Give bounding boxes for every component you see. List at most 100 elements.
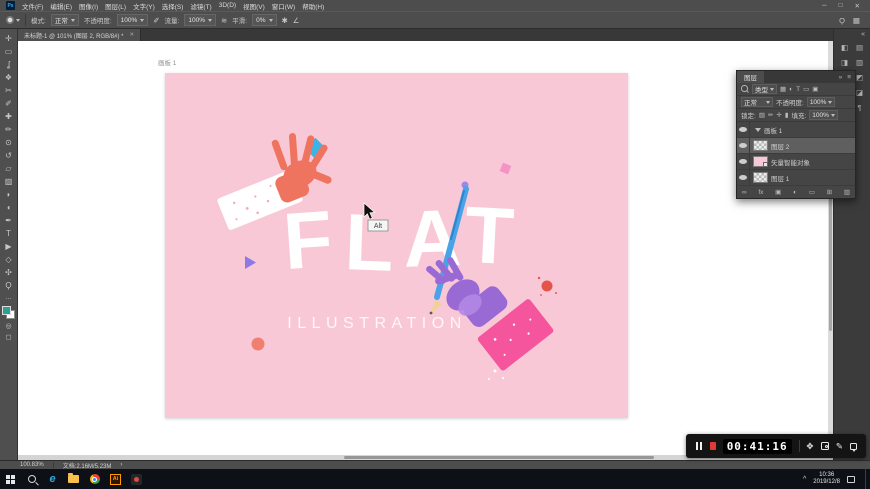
pause-button[interactable] bbox=[695, 442, 703, 450]
notification-center-icon[interactable] bbox=[847, 475, 855, 483]
chat-icon[interactable] bbox=[850, 442, 857, 452]
document-tab[interactable]: 未标题-1 @ 101% (图层 2, RGB/8#) * ✕ bbox=[18, 29, 142, 41]
shape-tool-icon[interactable]: ◇ bbox=[1, 253, 17, 266]
taskbar-edge[interactable]: e bbox=[42, 469, 63, 489]
zoom-level[interactable]: 100.83% bbox=[20, 462, 44, 468]
mode-select[interactable]: 正常 bbox=[50, 14, 79, 26]
taskbar-recorder-app[interactable] bbox=[126, 469, 147, 489]
lasso-tool-icon[interactable]: ʆ bbox=[1, 58, 17, 71]
layer-opacity-input[interactable]: 100% bbox=[806, 97, 836, 107]
close-button[interactable]: ✕ bbox=[855, 2, 860, 10]
menu-edit[interactable]: 编辑(E) bbox=[50, 1, 72, 11]
panel-collapse-icon[interactable]: » bbox=[839, 74, 843, 81]
adjustment-layer-filter-icon[interactable]: ◐ bbox=[789, 86, 793, 93]
menu-layer[interactable]: 图层(L) bbox=[105, 1, 126, 11]
flow-select[interactable]: 100% bbox=[184, 14, 216, 26]
blend-mode-select[interactable]: 正常 bbox=[741, 97, 773, 107]
brush-preset-picker[interactable] bbox=[6, 16, 20, 24]
horizontal-scroll-thumb[interactable] bbox=[344, 456, 654, 459]
marquee-tool-icon[interactable]: ▭ bbox=[1, 45, 17, 58]
type-tool-icon[interactable]: T bbox=[1, 227, 17, 240]
layer-mask-icon[interactable]: ▣ bbox=[775, 188, 781, 196]
healing-brush-tool-icon[interactable]: ✚ bbox=[1, 110, 17, 123]
artboard-label[interactable]: 画板 1 bbox=[158, 57, 176, 67]
crop-tool-icon[interactable]: ✂ bbox=[1, 84, 17, 97]
menu-filter[interactable]: 滤镜(T) bbox=[190, 1, 211, 11]
patterns-panel-icon[interactable]: ▥ bbox=[856, 58, 863, 67]
layer-thumbnail[interactable] bbox=[753, 156, 768, 167]
lock-all-icon[interactable]: ▮ bbox=[785, 111, 789, 119]
menu-type[interactable]: 文字(Y) bbox=[133, 1, 155, 11]
menu-window[interactable]: 窗口(W) bbox=[272, 1, 295, 11]
start-button[interactable] bbox=[0, 469, 21, 489]
properties-panel-icon[interactable]: ◪ bbox=[856, 88, 863, 97]
history-brush-tool-icon[interactable]: ↺ bbox=[1, 149, 17, 162]
edit-toolbar-icon[interactable]: … bbox=[1, 292, 17, 303]
move-tool-icon[interactable]: ✛ bbox=[1, 32, 17, 45]
new-layer-icon[interactable]: ⊞ bbox=[827, 188, 832, 196]
eyedropper-tool-icon[interactable]: ✐ bbox=[1, 97, 17, 110]
layer-style-icon[interactable]: fx bbox=[758, 189, 763, 196]
menu-3d[interactable]: 3D(D) bbox=[219, 2, 236, 9]
layer-row[interactable]: 图层 1 bbox=[737, 170, 855, 186]
link-layers-icon[interactable]: ∞ bbox=[742, 189, 747, 196]
smoothing-gear-icon[interactable]: ✱ bbox=[282, 16, 288, 25]
camera-icon[interactable] bbox=[820, 442, 829, 450]
quick-selection-tool-icon[interactable]: ❖ bbox=[1, 71, 17, 84]
lock-position-icon[interactable]: ✛ bbox=[776, 111, 781, 119]
dodge-tool-icon[interactable]: ◖ bbox=[1, 201, 17, 214]
pen-tool-icon[interactable]: ✒ bbox=[1, 214, 17, 227]
color-swatches[interactable] bbox=[2, 306, 15, 319]
lock-image-pixels-icon[interactable]: ✏ bbox=[768, 111, 773, 119]
taskbar-clock[interactable]: 10:36 2019/12/8 bbox=[813, 472, 840, 486]
menu-file[interactable]: 文件(F) bbox=[22, 1, 43, 11]
panel-menu-icon[interactable]: ≡ bbox=[847, 74, 851, 81]
pressure-opacity-icon[interactable]: ✐ bbox=[153, 16, 159, 25]
layer-thumbnail[interactable] bbox=[753, 172, 768, 183]
taskbar-search-button[interactable] bbox=[21, 469, 42, 489]
opacity-select[interactable]: 100% bbox=[116, 14, 149, 26]
layer-group-icon[interactable]: ▭ bbox=[809, 188, 815, 196]
show-desktop-button[interactable] bbox=[865, 469, 868, 489]
type-layer-filter-icon[interactable]: T bbox=[796, 86, 800, 93]
minimize-button[interactable]: ─ bbox=[822, 2, 827, 10]
move-icon[interactable]: ✥ bbox=[806, 441, 813, 452]
artboard-canvas[interactable]: F L A T ILLUSTRATION Alt bbox=[165, 73, 628, 418]
quick-mask-icon[interactable]: ◎ bbox=[1, 320, 17, 331]
color-panel-icon[interactable]: ◧ bbox=[841, 43, 848, 52]
status-options-icon[interactable]: › bbox=[120, 462, 122, 468]
eraser-tool-icon[interactable]: ▱ bbox=[1, 162, 17, 175]
filter-type-select[interactable]: 类型 bbox=[752, 84, 777, 94]
expand-caret-icon[interactable] bbox=[755, 127, 761, 132]
visibility-toggle[interactable] bbox=[737, 138, 750, 153]
taskbar-explorer[interactable] bbox=[63, 469, 84, 489]
gradient-tool-icon[interactable]: ▨ bbox=[1, 175, 17, 188]
workspace-icon[interactable]: ▦ bbox=[853, 16, 860, 25]
paragraph-panel-icon[interactable]: ¶ bbox=[857, 103, 861, 112]
visibility-toggle[interactable] bbox=[737, 122, 750, 137]
layer-thumbnail[interactable] bbox=[753, 140, 768, 151]
fill-input[interactable]: 100% bbox=[809, 110, 838, 120]
airbrush-icon[interactable]: ≋ bbox=[221, 16, 227, 25]
delete-layer-icon[interactable]: ▥ bbox=[844, 188, 850, 196]
maximize-button[interactable]: □ bbox=[839, 2, 843, 10]
smoothing-select[interactable]: 0% bbox=[252, 14, 277, 26]
layer-row-artboard[interactable]: 画板 1 bbox=[737, 122, 855, 138]
menu-help[interactable]: 帮助(H) bbox=[302, 1, 324, 11]
brush-angle-icon[interactable]: ∠ bbox=[293, 16, 300, 25]
visibility-toggle[interactable] bbox=[737, 170, 750, 185]
hand-tool-icon[interactable]: ✣ bbox=[1, 266, 17, 279]
layer-row-selected[interactable]: 图层 2 bbox=[737, 138, 855, 154]
blur-tool-icon[interactable]: ◗ bbox=[1, 188, 17, 201]
smart-object-filter-icon[interactable]: ▣ bbox=[812, 85, 818, 93]
pixel-layer-filter-icon[interactable]: ▦ bbox=[780, 85, 786, 93]
taskbar-illustrator[interactable]: Ai bbox=[105, 469, 126, 489]
lock-transparent-pixels-icon[interactable]: ▨ bbox=[759, 111, 765, 119]
menu-view[interactable]: 视图(V) bbox=[243, 1, 265, 11]
zoom-tool-icon[interactable]: Ϙ bbox=[1, 279, 17, 292]
path-selection-tool-icon[interactable]: ▶ bbox=[1, 240, 17, 253]
menu-image[interactable]: 图像(I) bbox=[79, 1, 98, 11]
tab-layers[interactable]: 图层 bbox=[737, 71, 764, 83]
pen-icon[interactable]: ✎ bbox=[836, 441, 843, 452]
search-icon[interactable]: Ϙ bbox=[839, 16, 845, 25]
